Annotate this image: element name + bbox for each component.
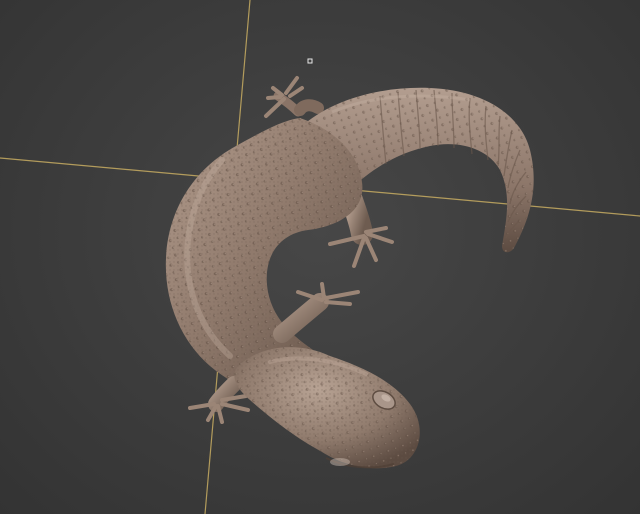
front-left-foot[interactable] <box>188 376 250 424</box>
3d-viewport[interactable] <box>0 0 640 514</box>
rear-left-foot[interactable] <box>264 76 324 118</box>
gecko-head[interactable] <box>234 347 420 469</box>
gecko-model[interactable] <box>165 76 534 469</box>
viewport-canvas[interactable] <box>0 0 640 514</box>
front-right-foot[interactable] <box>273 282 360 343</box>
pivot-marker-icon[interactable] <box>307 58 313 64</box>
